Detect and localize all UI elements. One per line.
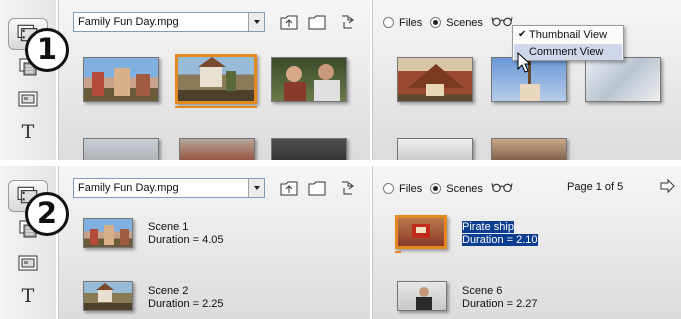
scene-thumbnail[interactable] — [83, 57, 159, 102]
titles-tab[interactable]: T — [14, 120, 42, 144]
menu-item-label: Comment View — [529, 46, 604, 58]
left-page: Family Fun Day.mpg — [58, 0, 370, 160]
panel-thumbnail-view: T 1 Family Fun Day.mpg Files Scenes ✔ Th… — [0, 0, 681, 160]
scenes-label: Scenes — [446, 16, 483, 29]
chevron-down-icon[interactable] — [248, 13, 264, 31]
source-selector: Files Scenes — [383, 15, 513, 30]
scene-thumbnail-selected[interactable] — [395, 215, 447, 249]
folder-up-icon[interactable] — [278, 12, 300, 32]
scene-caption[interactable]: Scene 2 Duration = 2.25 — [148, 285, 224, 311]
scene-name: Scene 1 — [148, 221, 189, 233]
folder-up-icon[interactable] — [278, 178, 300, 198]
files-label: Files — [399, 182, 423, 195]
folder-icon[interactable] — [306, 178, 328, 198]
folder-icon[interactable] — [306, 12, 328, 32]
scenes-label: Scenes — [446, 182, 483, 195]
scene-thumbnail[interactable] — [397, 57, 473, 102]
selection-indicator — [175, 106, 257, 108]
scene-thumbnail[interactable] — [491, 138, 567, 160]
browse-icon[interactable] — [336, 12, 358, 32]
scenes-radio[interactable] — [430, 183, 442, 194]
panel-comment-view: T 2 Family Fun Day.mpg Scene 1 Duration … — [0, 166, 681, 319]
scene-thumbnail[interactable] — [83, 218, 133, 248]
scene-duration: Duration = 2.27 — [462, 298, 538, 310]
album-sidebar: T — [0, 166, 56, 319]
scene-thumbnail[interactable] — [83, 138, 159, 160]
scenes-radio[interactable] — [430, 17, 442, 28]
scene-thumbnail[interactable] — [271, 138, 347, 160]
file-select-value: Family Fun Day.mpg — [78, 16, 179, 28]
photos-tab[interactable] — [14, 252, 42, 276]
right-page: Files Scenes Page 1 of 5 Pirate ship Dur… — [372, 166, 681, 319]
file-select[interactable]: Family Fun Day.mpg — [73, 12, 265, 32]
scene-thumbnail-selected[interactable] — [175, 54, 257, 104]
chevron-down-icon[interactable] — [248, 179, 264, 197]
scene-duration: Duration = 2.25 — [148, 298, 224, 310]
scene-thumbnail[interactable] — [271, 57, 347, 102]
titles-tab[interactable]: T — [14, 284, 42, 308]
glasses-icon[interactable] — [491, 15, 513, 30]
titles-icon: T — [21, 285, 35, 307]
source-selector: Files Scenes — [383, 181, 513, 196]
photos-icon — [18, 254, 38, 275]
titles-icon: T — [21, 121, 35, 143]
glasses-icon[interactable] — [491, 181, 513, 196]
left-page: Family Fun Day.mpg Scene 1 Duration = 4.… — [58, 166, 370, 319]
page-indicator: Page 1 of 5 — [567, 181, 624, 193]
scene-name: Scene 6 — [462, 285, 503, 297]
scene-caption[interactable]: Scene 1 Duration = 4.05 — [148, 221, 224, 247]
files-radio[interactable] — [383, 183, 394, 194]
photos-tab[interactable] — [14, 88, 42, 112]
browse-icon[interactable] — [336, 178, 358, 198]
album-sidebar: T — [0, 0, 56, 160]
scene-name: Pirate ship — [462, 221, 514, 233]
menu-item-label: Thumbnail View — [529, 29, 608, 41]
step-number-badge: 2 — [25, 192, 69, 236]
scene-thumbnail[interactable] — [179, 138, 255, 160]
menu-item-thumbnail-view[interactable]: ✔ Thumbnail View — [514, 27, 622, 43]
file-select-value: Family Fun Day.mpg — [78, 182, 179, 194]
photos-icon — [18, 90, 38, 111]
files-radio[interactable] — [383, 17, 394, 28]
scene-duration: Duration = 4.05 — [148, 234, 224, 246]
selection-indicator — [395, 251, 401, 253]
scene-duration: Duration = 2.10 — [462, 234, 538, 246]
checkmark-icon: ✔ — [518, 29, 527, 40]
scene-thumbnail[interactable] — [397, 138, 473, 160]
step-number-badge: 1 — [25, 28, 69, 72]
mouse-pointer-icon — [517, 51, 532, 77]
right-page: Files Scenes ✔ Thumbnail View Comment Vi… — [372, 0, 681, 160]
scene-thumbnail[interactable] — [397, 281, 447, 311]
files-label: Files — [399, 16, 423, 29]
scene-caption[interactable]: Scene 6 Duration = 2.27 — [462, 285, 538, 311]
scene-thumbnail[interactable] — [83, 281, 133, 311]
scene-thumbnail[interactable] — [585, 57, 661, 102]
next-page-icon[interactable] — [659, 178, 675, 197]
scene-caption-selected[interactable]: Pirate ship Duration = 2.10 — [462, 221, 538, 247]
file-select[interactable]: Family Fun Day.mpg — [73, 178, 265, 198]
scene-name: Scene 2 — [148, 285, 189, 297]
